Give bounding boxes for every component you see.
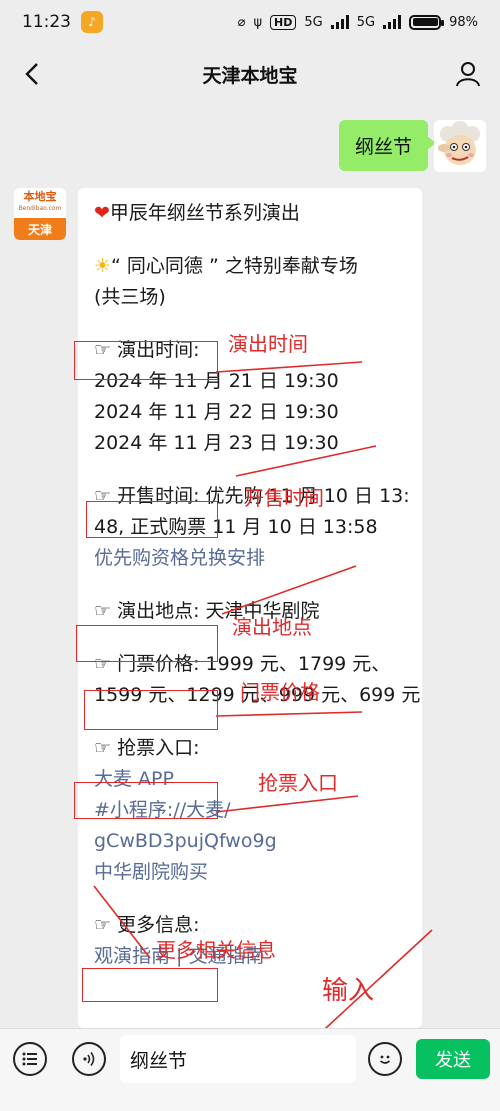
signal-icon-2 [383,15,402,29]
signal-icon [330,15,349,29]
vibrate-icon: ⌀ [237,14,246,30]
voice-button[interactable] [72,1042,106,1076]
logo-text: 本地宝 [23,190,57,203]
mini-program-code-link[interactable]: gCwBD3pujQfwo9g [94,826,406,857]
annotation-box-ticket [74,782,218,819]
annotation-box-more [82,968,218,1002]
send-button[interactable]: 发送 [416,1039,490,1079]
person-icon [456,62,480,87]
perf-time-3: 2024 年 11 月 23 日 19:30 [94,432,339,454]
message-subtitle: “ 同心同德 ” 之特别奉献专场 [111,255,358,277]
back-button[interactable] [14,56,50,92]
message-note: (共三场) [94,286,166,308]
profile-button[interactable] [450,56,486,92]
status-time: 11:23 [22,12,71,32]
annotation-venue: 演出地点 [232,615,312,639]
battery-icon [409,14,445,30]
menu-button[interactable] [13,1042,47,1076]
logo-city: 天津 [14,218,66,240]
message-title-line: ❤甲辰年纲丝节系列演出 [94,198,406,229]
network-label-1: 5G [304,14,323,30]
battery-percent: 98% [449,14,478,30]
message-input[interactable] [120,1035,356,1083]
message-title: 甲辰年纲丝节系列演出 [109,202,300,224]
wifi-icon: ψ [253,14,263,30]
status-bar: 11:23 ♪ ⌀ ψ HD 5G 5G 98% [0,0,500,44]
voice-icon [83,1052,95,1066]
chat-title: 天津本地宝 [202,64,298,87]
chevron-left-icon [25,63,38,85]
annotation-input: 输入 [322,976,375,1006]
sale-link[interactable]: 优先购资格兑换安排 [94,543,406,574]
annotation-box-sale-time [86,501,218,538]
emoji-button[interactable] [368,1042,402,1076]
theater-purchase-link[interactable]: 中华剧院购买 [94,857,406,888]
user-avatar[interactable] [434,120,486,172]
input-bar: 发送 [0,1028,500,1111]
perf-time-2: 2024 年 11 月 22 日 19:30 [94,401,339,423]
ticket-label: ☞ 抢票入口: [94,737,200,759]
annotation-price: 门票价格 [240,680,320,704]
network-label-2: 5G [356,14,376,30]
outgoing-message-text: 纲丝节 [354,136,412,158]
bendibao-logo: 本地宝 Bendibao.com [14,188,66,218]
annotation-perf-time: 演出时间 [228,332,308,356]
app-notification-icon: ♪ [81,11,103,33]
annotation-box-price [84,690,218,730]
heart-icon: ❤ [94,202,110,224]
logo-sub: Bendibao.com [18,205,62,212]
annotation-sale-time: 开售时间 [244,486,324,510]
annotation-box-venue [76,625,218,662]
sheep-avatar-icon [434,120,486,172]
annotation-more: 更多相关信息 [156,938,276,962]
hd-icon: HD [270,14,297,30]
incoming-message[interactable]: ❤甲辰年纲丝节系列演出 ☀“ 同心同德 ” 之特别奉献专场 (共三场) ☞ 演出… [78,188,422,1028]
sun-icon: ☀ [94,255,112,277]
list-menu-icon [22,1052,37,1066]
message-subtitle-line: ☀“ 同心同德 ” 之特别奉献专场 [94,251,406,282]
bot-avatar[interactable]: 本地宝 Bendibao.com 天津 [14,188,66,240]
annotation-ticket: 抢票入口 [258,771,338,795]
annotation-box-perf-time [74,341,218,380]
outgoing-message[interactable]: 纲丝节 [338,120,437,171]
chat-header: 天津本地宝 [0,44,500,104]
smiley-icon [379,1055,391,1064]
